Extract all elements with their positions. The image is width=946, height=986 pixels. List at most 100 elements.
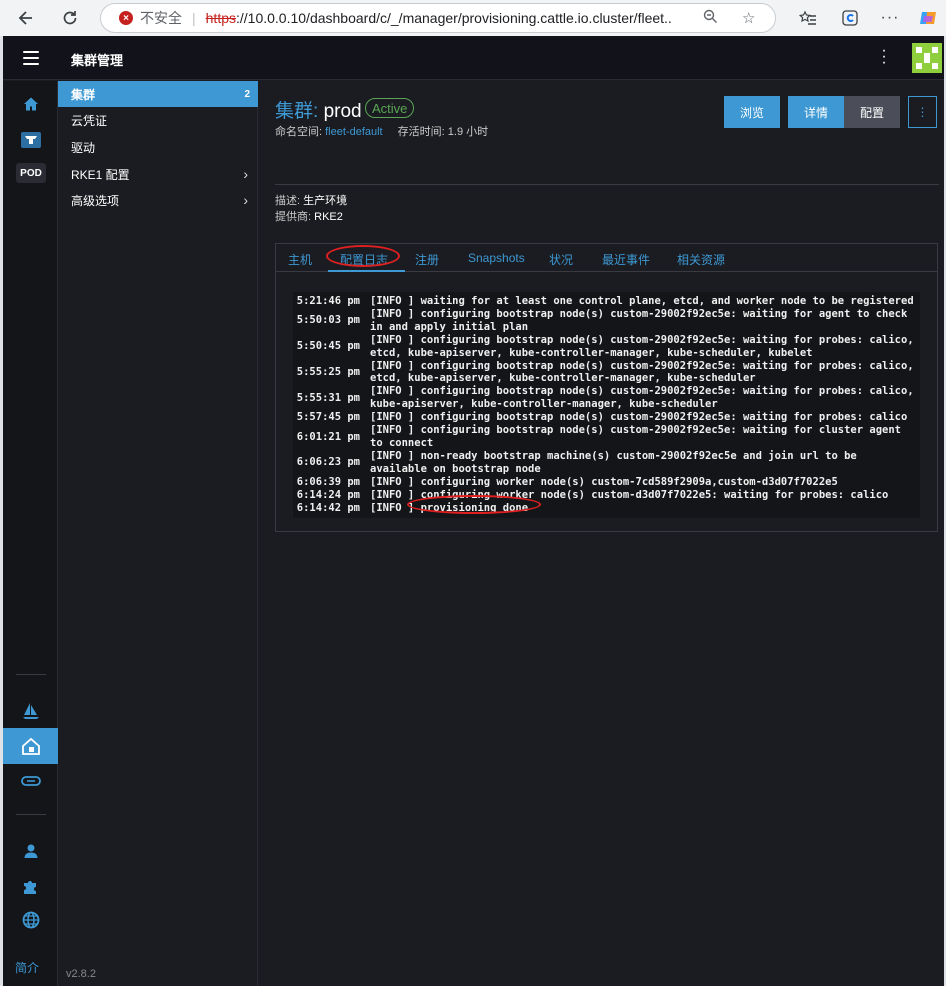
sidebar-item-label: 集群: [71, 87, 96, 102]
insecure-label: 不安全: [140, 10, 182, 26]
bookmark-star-icon[interactable]: ☆: [742, 9, 755, 27]
log-row: 6:06:23 pm [INFO ] non-ready bootstrap ma…: [293, 450, 920, 476]
sidebar: 集群 2 云凭证 驱动 RKE1 配置 › 高级选项 › v2.8.2: [58, 81, 258, 986]
tab-recent-events[interactable]: 最近事件: [602, 251, 650, 268]
more-menu-icon[interactable]: ···: [876, 4, 904, 32]
status-badge: Active: [365, 98, 415, 118]
log-timestamp: 6:14:42 pm: [296, 501, 360, 514]
user-avatar[interactable]: [912, 43, 942, 73]
log-timestamp: 6:14:24 pm: [296, 488, 360, 501]
namespace-label: 命名空间:: [275, 126, 323, 138]
extensions-link-icon[interactable]: [3, 766, 58, 796]
log-message: [INFO ] configuring bootstrap node(s) cu…: [370, 333, 920, 359]
log-timestamp: 5:55:25 pm: [296, 365, 360, 378]
log-message: [INFO ] non-ready bootstrap machine(s) c…: [370, 449, 864, 475]
provider-row: 提供商: RKE2: [275, 208, 343, 224]
log-row: 6:01:21 pm [INFO ] configuring bootstrap …: [293, 424, 920, 450]
log-timestamp: 6:06:23 pm: [296, 456, 360, 469]
sidebar-item-advanced[interactable]: 高级选项 ›: [58, 187, 258, 213]
cluster-name: prod: [323, 101, 362, 122]
log-message: [INFO ] configuring bootstrap node(s) cu…: [370, 307, 914, 333]
header-divider: [275, 184, 939, 185]
cluster-count-badge: 2: [244, 88, 250, 100]
age-label: 存活时间:: [397, 126, 445, 138]
detail-button[interactable]: 详情: [788, 96, 844, 128]
tab-bar: 主机 配置日志 注册 Snapshots 状况 最近事件 相关资源: [276, 244, 937, 272]
log-timestamp: 6:01:21 pm: [296, 430, 360, 443]
about-link[interactable]: 简介: [15, 959, 39, 976]
sidebar-item-rke1-config[interactable]: RKE1 配置 ›: [58, 161, 258, 187]
active-tab-indicator: [328, 270, 405, 272]
log-message: [INFO ] configuring worker node(s) custo…: [370, 488, 889, 501]
sidebar-item-cloud-credentials[interactable]: 云凭证: [58, 107, 258, 133]
url-separator: |: [192, 10, 196, 26]
tab-snapshots[interactable]: Snapshots: [468, 251, 525, 265]
log-timestamp: 5:50:45 pm: [296, 340, 360, 353]
log-timestamp: 6:06:39 pm: [296, 475, 360, 488]
log-row: 6:06:39 pm [INFO ] configuring worker nod…: [293, 476, 920, 489]
reload-icon[interactable]: [56, 4, 84, 32]
log-row: 5:57:45 pm [INFO ] configuring bootstrap …: [293, 411, 920, 424]
cluster-title-prefix: 集群:: [275, 101, 319, 122]
tabbed-panel: 主机 配置日志 注册 Snapshots 状况 最近事件 相关资源 5:21:4…: [275, 243, 938, 532]
browser-essentials-icon[interactable]: [836, 4, 864, 32]
home-icon[interactable]: [3, 89, 58, 119]
rancher-app: 集群管理 · · · POD 简介 集群 2 云凭证 驱动 RKE1 配置 › …: [3, 36, 944, 986]
tab-conditions[interactable]: 状况: [549, 251, 573, 268]
users-icon[interactable]: [3, 836, 58, 866]
sidebar-item-label: RKE1 配置: [71, 167, 130, 182]
back-icon[interactable]: [12, 4, 40, 32]
log-timestamp: 5:50:03 pm: [296, 314, 360, 327]
cluster-management-icon[interactable]: [3, 728, 58, 764]
pod-cluster-badge[interactable]: POD: [16, 163, 46, 183]
rail-divider: [16, 674, 46, 675]
log-message: [INFO ] configuring worker node(s) custo…: [370, 475, 838, 488]
log-message: [INFO ] provisioning done: [370, 501, 529, 514]
age-value: 1.9 小时: [447, 126, 489, 138]
chevron-right-icon: ›: [243, 166, 248, 182]
log-timestamp: 5:21:46 pm: [296, 295, 360, 307]
header-more-icon[interactable]: · · ·: [877, 43, 891, 71]
sidebar-item-label: 云凭证: [71, 113, 108, 128]
tab-machines[interactable]: 主机: [288, 251, 312, 268]
log-timestamp: 5:55:31 pm: [296, 391, 360, 404]
log-row: 5:55:31 pm [INFO ] configuring bootstrap …: [293, 385, 920, 411]
cluster-explorer-icon[interactable]: [3, 125, 58, 155]
browse-button[interactable]: 浏览: [724, 96, 780, 128]
url-text: ://10.0.0.10/dashboard/c/_/manager/provi…: [236, 10, 672, 26]
browser-toolbar: × 不安全 | https ://10.0.0.10/dashboard/c/_…: [0, 0, 946, 36]
description-label: 描述:: [275, 195, 301, 207]
chevron-right-icon: ›: [243, 192, 248, 208]
config-button[interactable]: 配置: [844, 96, 900, 128]
sidebar-item-label: 高级选项: [71, 193, 120, 208]
description-value: 生产环境: [303, 195, 348, 207]
tab-related-resources[interactable]: 相关资源: [677, 251, 725, 268]
log-row: 5:21:46 pm [INFO ] waiting for at least o…: [293, 295, 920, 308]
fleet-sailboat-icon[interactable]: [3, 696, 58, 726]
zoom-icon[interactable]: [703, 9, 718, 28]
rail-divider: [16, 814, 46, 815]
more-actions-button[interactable]: ⋮: [908, 96, 937, 128]
namespace-link[interactable]: fleet-default: [325, 126, 382, 138]
tab-registration[interactable]: 注册: [415, 251, 439, 268]
provider-value: RKE2: [314, 211, 343, 223]
insecure-warning-icon: ×: [119, 11, 133, 25]
hamburger-menu-icon[interactable]: [23, 51, 39, 65]
page-title: 集群: prod: [275, 96, 362, 123]
address-bar[interactable]: × 不安全 | https ://10.0.0.10/dashboard/c/_…: [100, 3, 776, 33]
description-row: 描述: 生产环境: [275, 192, 347, 208]
tab-provisioning-log[interactable]: 配置日志: [340, 251, 388, 268]
app-header: 集群管理 · · ·: [3, 36, 944, 80]
log-row: 5:50:45 pm [INFO ] configuring bootstrap …: [293, 334, 920, 360]
main-content: 集群: prod Active 命名空间: fleet-default 存活时间…: [259, 81, 944, 986]
provisioning-log: 5:21:46 pm [INFO ] waiting for at least o…: [293, 292, 920, 518]
log-timestamp: 5:57:45 pm: [296, 411, 360, 424]
log-message: [INFO ] configuring bootstrap node(s) cu…: [370, 411, 908, 424]
version-label: v2.8.2: [66, 968, 96, 980]
favorites-icon[interactable]: [794, 4, 822, 32]
sidebar-item-drivers[interactable]: 驱动: [58, 134, 258, 160]
copilot-icon[interactable]: [914, 4, 942, 32]
global-settings-globe-icon[interactable]: [3, 905, 58, 935]
sidebar-item-clusters[interactable]: 集群 2: [58, 81, 258, 107]
extensions-puzzle-icon[interactable]: [3, 871, 58, 901]
